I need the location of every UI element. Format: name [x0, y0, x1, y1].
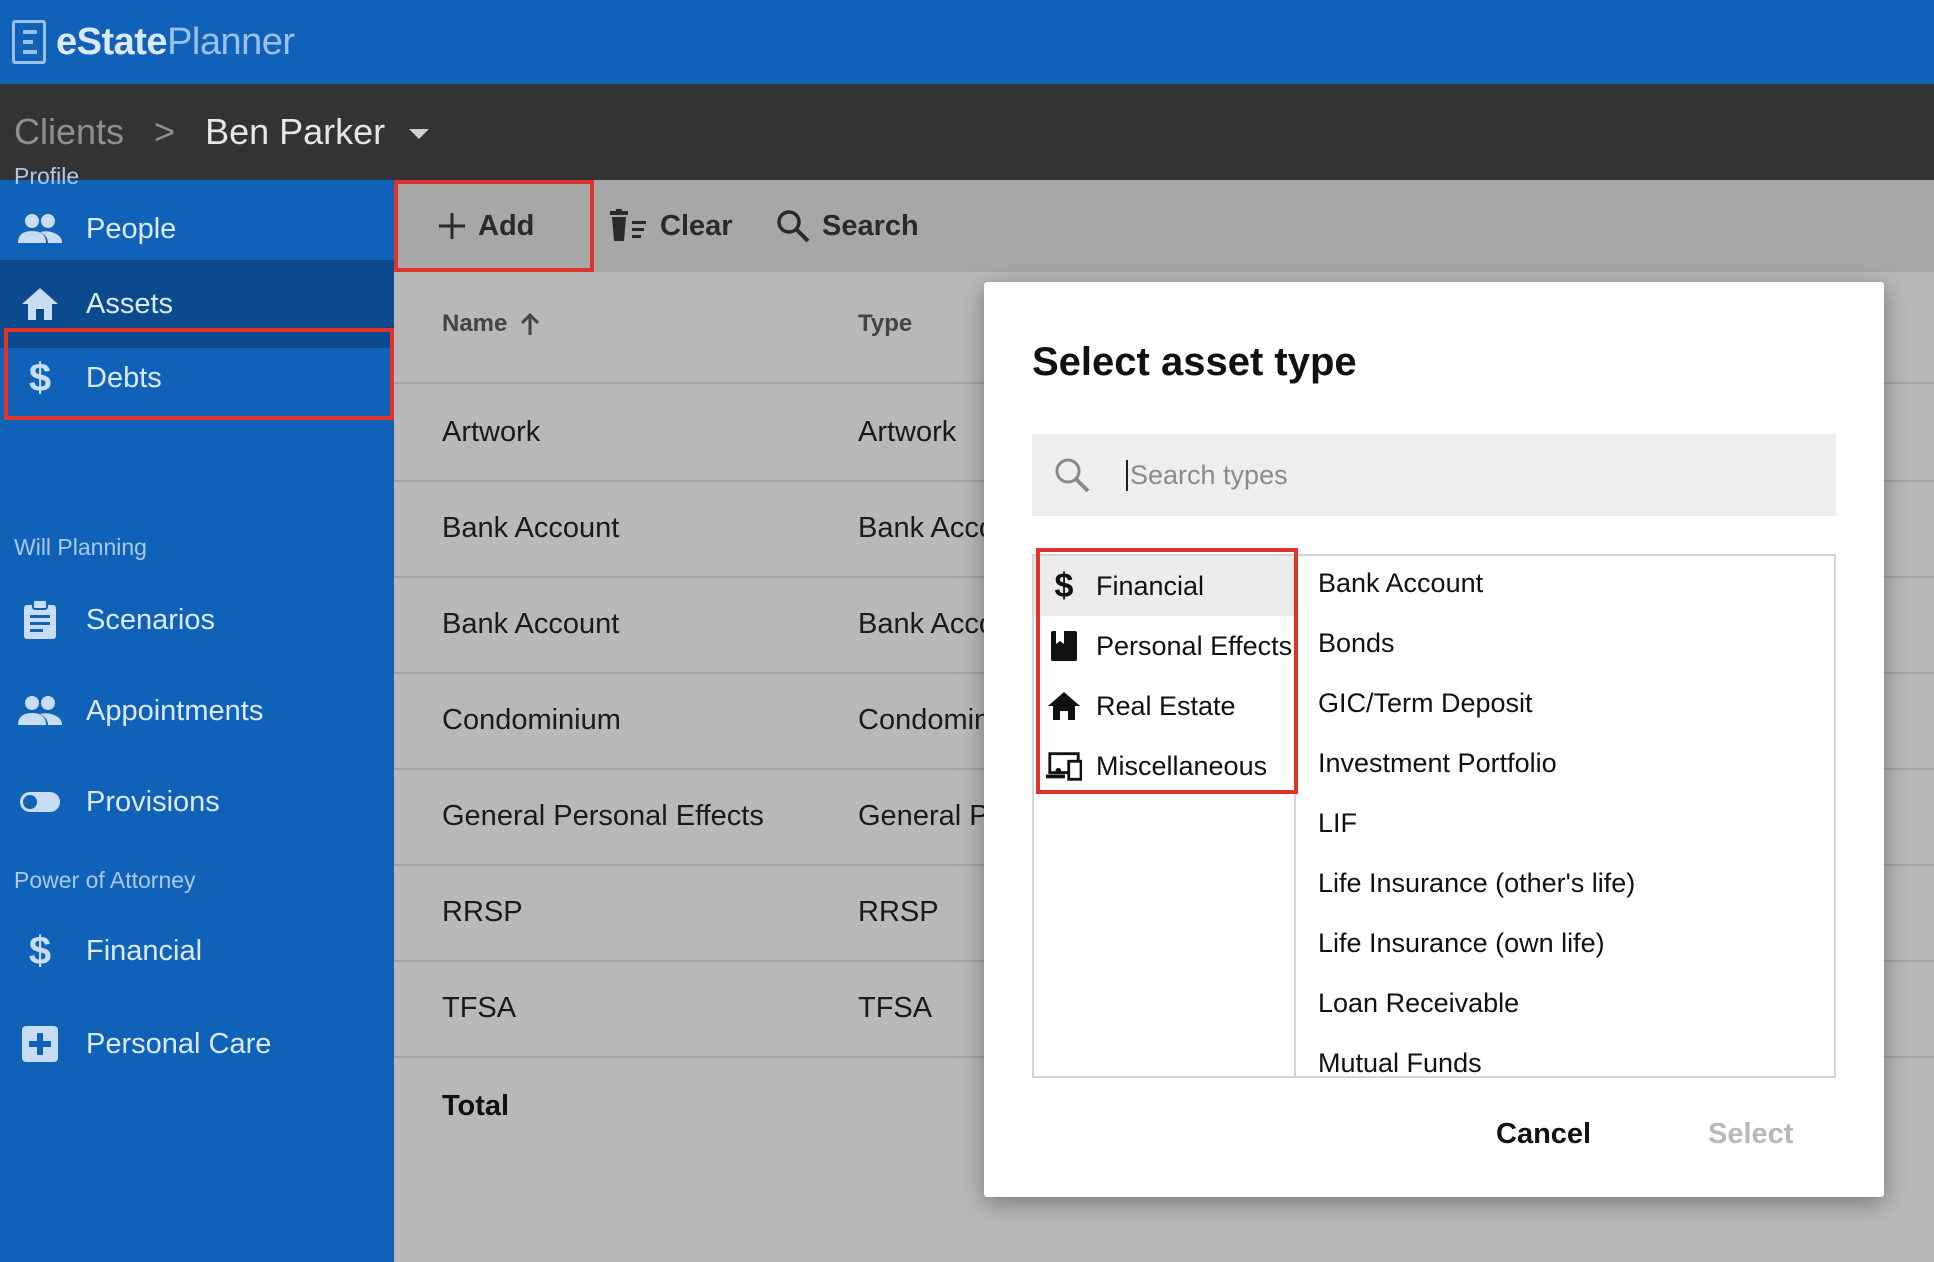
clear-all-icon [608, 209, 648, 243]
cell-name: Bank Account [442, 512, 620, 544]
app-logo[interactable]: eStatePlanner [56, 21, 295, 64]
breadcrumb-client-name[interactable]: Ben Parker [205, 111, 385, 153]
dollar-icon: $ [28, 928, 52, 973]
cell-name: Artwork [442, 416, 541, 448]
chevron-down-icon[interactable] [409, 129, 430, 139]
cell-name: General Personal Effects [442, 800, 764, 832]
logo-text-bold: eState [56, 20, 168, 63]
clear-button-label: Clear [660, 209, 733, 242]
cell-type: Bank Acco [858, 608, 996, 640]
cell-name: TFSA [442, 992, 517, 1024]
type-item-mutual-funds[interactable]: Mutual Funds [1318, 1048, 1482, 1076]
column-header-label: Name [442, 310, 508, 337]
clear-button[interactable]: Clear [608, 180, 733, 272]
app-header: eStatePlanner [0, 0, 1934, 84]
sidebar-item-scenarios[interactable]: Scenarios [0, 576, 394, 664]
cell-name: RRSP [442, 896, 523, 928]
toggle-icon [18, 780, 62, 824]
cell-name: Condominium [442, 704, 621, 736]
select-button[interactable]: Select [1708, 1118, 1793, 1151]
people-icon [18, 689, 62, 733]
highlight-box-assets [4, 328, 394, 420]
total-label: Total [442, 1090, 510, 1122]
cancel-button[interactable]: Cancel [1496, 1118, 1591, 1151]
toolbar: Add Clear Search [394, 180, 1934, 272]
logo-icon [12, 20, 46, 64]
search-icon [776, 209, 810, 243]
highlight-box-add [394, 180, 594, 272]
people-icon [18, 207, 62, 251]
column-header-name[interactable]: Name [442, 310, 540, 338]
type-item-life-insurance-others[interactable]: Life Insurance (other's life) [1318, 868, 1635, 899]
search-types-input[interactable] [1126, 459, 1806, 491]
type-item-gic-term-deposit[interactable]: GIC/Term Deposit [1318, 688, 1533, 719]
type-search-field[interactable] [1032, 434, 1836, 516]
highlight-box-categories [1036, 548, 1298, 794]
cell-type: TFSA [858, 992, 933, 1024]
sidebar-item-label: Financial [86, 934, 203, 967]
breadcrumb: Clients > Ben Parker [0, 84, 1934, 180]
sidebar-item-label: Assets [86, 287, 174, 320]
cell-type: General Pe [858, 800, 1005, 832]
sidebar-item-label: Personal Care [86, 1027, 272, 1060]
logo-text-light: Planner [167, 20, 295, 63]
section-label-will-planning: Will Planning [14, 534, 147, 560]
type-item-bank-account[interactable]: Bank Account [1318, 568, 1483, 599]
column-header-type[interactable]: Type [858, 310, 912, 338]
type-item-life-insurance-own[interactable]: Life Insurance (own life) [1318, 928, 1605, 959]
medical-plus-icon [18, 1022, 62, 1066]
clipboard-icon [18, 598, 62, 642]
type-item-loan-receivable[interactable]: Loan Receivable [1318, 988, 1519, 1019]
search-button-label: Search [822, 209, 919, 242]
home-icon [18, 282, 62, 326]
type-item-investment-portfolio[interactable]: Investment Portfolio [1318, 748, 1557, 779]
type-list: Bank Account Bonds GIC/Term Deposit Inve… [1298, 556, 1834, 1076]
sidebar-item-provisions[interactable]: Provisions [0, 758, 394, 846]
sidebar-item-label: Appointments [86, 694, 264, 727]
cell-type: Artwork [858, 416, 957, 448]
sidebar-item-appointments[interactable]: Appointments [0, 667, 394, 755]
sidebar-item-personal-care[interactable]: Personal Care [0, 1000, 394, 1088]
dialog-title: Select asset type [1032, 340, 1357, 384]
breadcrumb-separator: > [154, 111, 176, 152]
sidebar-item-financial[interactable]: $ Financial [0, 907, 394, 995]
sidebar-item-label: Scenarios [86, 603, 215, 636]
section-label-power-of-attorney: Power of Attorney [14, 867, 196, 893]
type-item-bonds[interactable]: Bonds [1318, 628, 1395, 659]
breadcrumb-clients-link[interactable]: Clients [14, 111, 124, 153]
cell-type: Bank Acco [858, 512, 996, 544]
type-item-lif[interactable]: LIF [1318, 808, 1357, 839]
sidebar-item-label: Provisions [86, 785, 220, 818]
cell-name: Bank Account [442, 608, 620, 640]
search-icon [1054, 457, 1090, 493]
cell-type: Condomin [858, 704, 991, 736]
sidebar-item-label: People [86, 212, 177, 245]
search-button[interactable]: Search [776, 180, 919, 272]
arrow-up-icon [521, 313, 540, 335]
cell-type: RRSP [858, 896, 939, 928]
